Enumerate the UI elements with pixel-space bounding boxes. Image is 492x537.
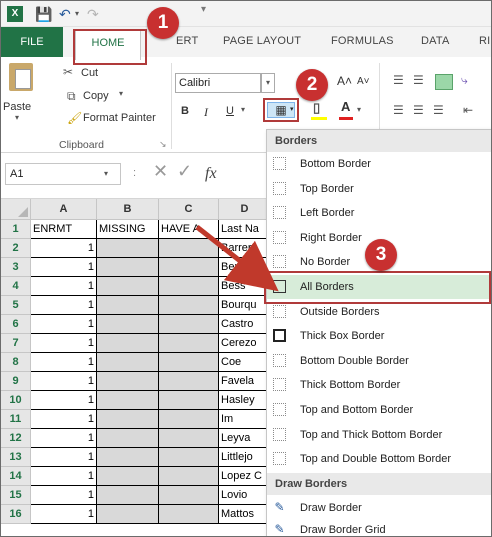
callout-1: 1 xyxy=(147,7,179,39)
callout-3: 3 xyxy=(365,239,397,271)
annotation-arrow xyxy=(195,225,279,292)
callout-2: 2 xyxy=(296,69,328,101)
excel-window: X 💾 ↶ ▾ ↷ ▾ FILE HOME ERT PAGE LAYOUT FO… xyxy=(0,0,492,537)
